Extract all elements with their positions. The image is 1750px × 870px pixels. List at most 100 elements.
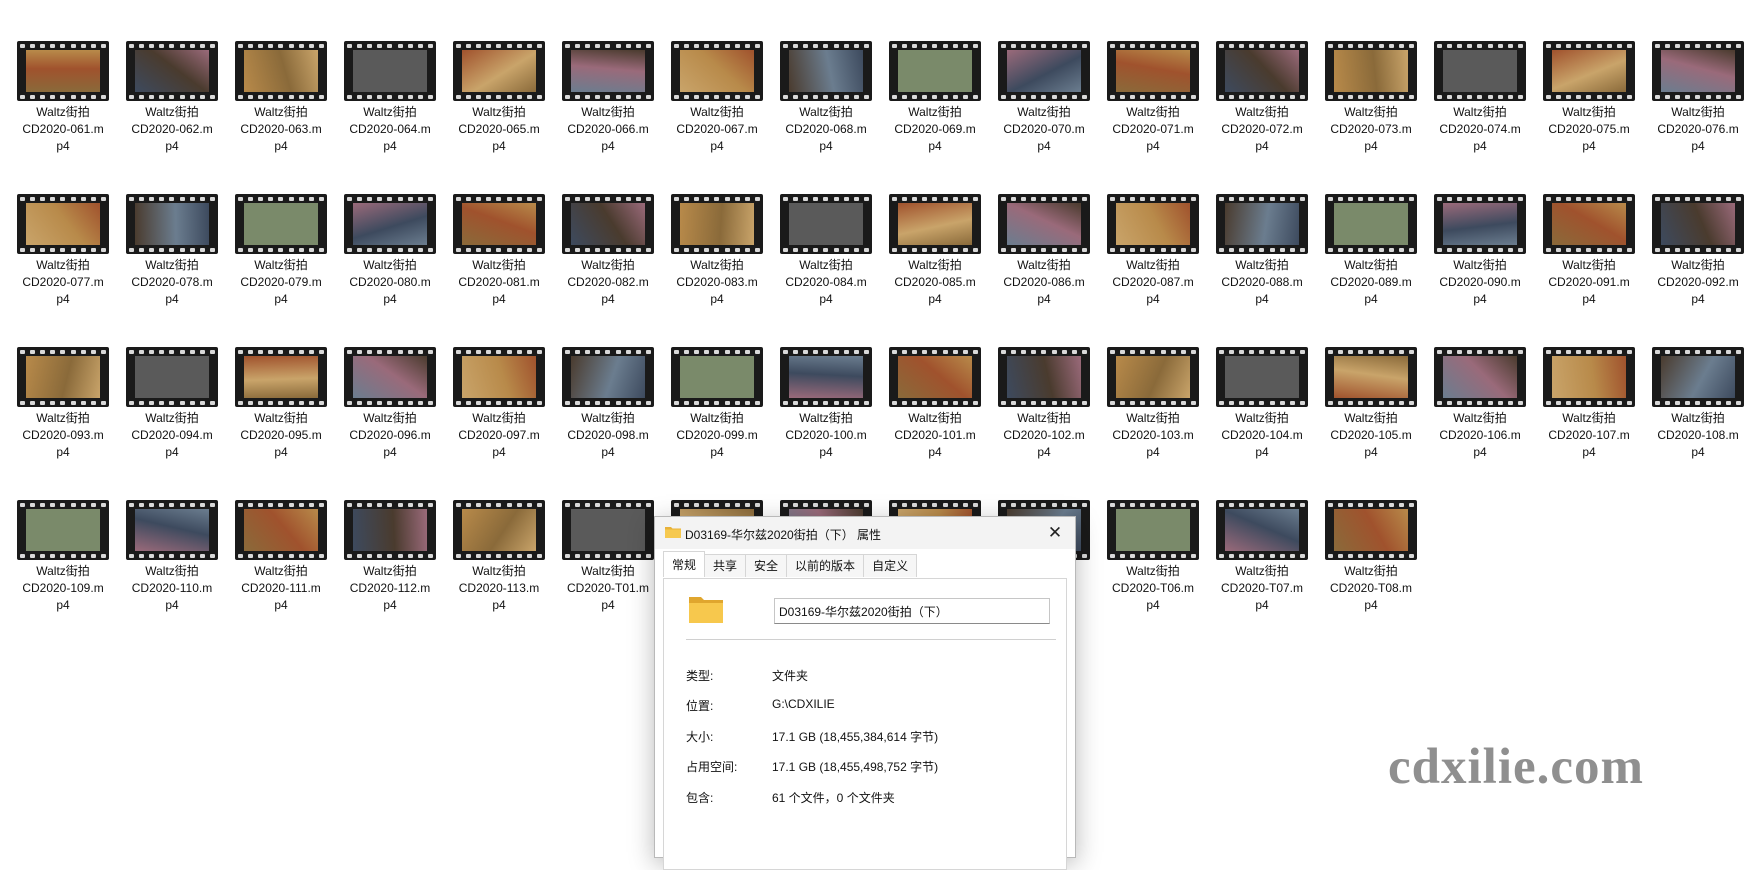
video-file-item[interactable]: Waltz街拍 CD2020-069.m p4 <box>883 41 987 176</box>
property-label: 占用空间: <box>686 760 738 774</box>
video-file-item[interactable]: Waltz街拍 CD2020-062.m p4 <box>120 41 224 176</box>
tab-general[interactable]: 常规 <box>663 551 706 577</box>
video-frame-image <box>462 50 536 92</box>
property-value: 文件夹 <box>772 669 809 683</box>
video-file-item[interactable]: Waltz街拍 CD2020-113.m p4 <box>447 500 551 635</box>
film-sprockets <box>235 552 327 559</box>
close-icon[interactable]: ✕ <box>1035 517 1075 549</box>
video-file-item[interactable]: Waltz街拍 CD2020-094.m p4 <box>120 347 224 482</box>
video-file-item[interactable]: Waltz街拍 CD2020-080.m p4 <box>338 194 442 329</box>
video-file-item[interactable]: Waltz街拍 CD2020-067.m p4 <box>665 41 769 176</box>
video-file-item[interactable]: Waltz街拍 CD2020-073.m p4 <box>1319 41 1423 176</box>
video-file-item[interactable]: Waltz街拍 CD2020-078.m p4 <box>120 194 224 329</box>
video-file-item[interactable]: Waltz街拍 CD2020-085.m p4 <box>883 194 987 329</box>
video-thumbnail <box>453 347 545 407</box>
file-name-label: Waltz街拍 CD2020-112.m p4 <box>349 564 431 612</box>
video-file-item[interactable]: Waltz街拍 CD2020-070.m p4 <box>992 41 1096 176</box>
file-name-label: Waltz街拍 CD2020-085.m p4 <box>894 258 976 306</box>
video-file-item[interactable]: Waltz街拍 CD2020-084.m p4 <box>774 194 878 329</box>
video-file-item[interactable]: Waltz街拍 CD2020-071.m p4 <box>1101 41 1205 176</box>
video-frame-image <box>353 509 427 551</box>
video-file-item[interactable]: Waltz街拍 CD2020-108.m p4 <box>1646 347 1750 482</box>
video-file-item[interactable]: Waltz街拍 CD2020-087.m p4 <box>1101 194 1205 329</box>
video-file-item[interactable]: Waltz街拍 CD2020-104.m p4 <box>1210 347 1314 482</box>
property-value: 61 个文件，0 个文件夹 <box>772 791 895 805</box>
file-name-label: Waltz街拍 CD2020-095.m p4 <box>240 411 322 459</box>
property-row-contains: 包含: 61 个文件，0 个文件夹 <box>686 789 1056 807</box>
film-sprockets <box>453 93 545 100</box>
video-frame-image <box>1334 356 1408 398</box>
video-file-item[interactable]: Waltz街拍 CD2020-095.m p4 <box>229 347 333 482</box>
video-file-item[interactable]: Waltz街拍 CD2020-107.m p4 <box>1537 347 1641 482</box>
video-frame-image <box>789 203 863 245</box>
video-file-item[interactable]: Waltz街拍 CD2020-081.m p4 <box>447 194 551 329</box>
video-file-item[interactable]: Waltz街拍 CD2020-063.m p4 <box>229 41 333 176</box>
film-sprockets <box>344 552 436 559</box>
video-file-item[interactable]: Waltz街拍 CD2020-090.m p4 <box>1428 194 1532 329</box>
video-file-item[interactable]: Waltz街拍 CD2020-102.m p4 <box>992 347 1096 482</box>
video-file-item[interactable]: Waltz街拍 CD2020-098.m p4 <box>556 347 660 482</box>
tab-sharing[interactable]: 共享 <box>704 554 747 577</box>
video-file-item[interactable]: Waltz街拍 CD2020-077.m p4 <box>11 194 115 329</box>
film-sprockets <box>453 195 545 202</box>
film-sprockets <box>344 501 436 508</box>
video-thumbnail <box>453 41 545 101</box>
film-sprockets <box>235 93 327 100</box>
video-file-item[interactable]: Waltz街拍 CD2020-106.m p4 <box>1428 347 1532 482</box>
film-sprockets <box>1652 399 1744 406</box>
video-thumbnail <box>1216 500 1308 560</box>
video-file-item[interactable]: Waltz街拍 CD2020-089.m p4 <box>1319 194 1423 329</box>
video-file-item[interactable]: Waltz街拍 CD2020-111.m p4 <box>229 500 333 635</box>
file-name-label: Waltz街拍 CD2020-061.m p4 <box>22 105 104 153</box>
video-file-item[interactable]: Waltz街拍 CD2020-100.m p4 <box>774 347 878 482</box>
video-file-item[interactable]: Waltz街拍 CD2020-092.m p4 <box>1646 194 1750 329</box>
tab-customize[interactable]: 自定义 <box>863 554 918 577</box>
video-thumbnail <box>562 347 654 407</box>
video-file-item[interactable]: Waltz街拍 CD2020-086.m p4 <box>992 194 1096 329</box>
folder-name-input[interactable] <box>774 598 1050 624</box>
file-name-label: Waltz街拍 CD2020-078.m p4 <box>131 258 213 306</box>
video-file-item[interactable]: Waltz街拍 CD2020-061.m p4 <box>11 41 115 176</box>
video-file-item[interactable]: Waltz街拍 CD2020-096.m p4 <box>338 347 442 482</box>
film-sprockets <box>1325 42 1417 49</box>
video-file-item[interactable]: Waltz街拍 CD2020-079.m p4 <box>229 194 333 329</box>
video-file-item[interactable]: Waltz街拍 CD2020-082.m p4 <box>556 194 660 329</box>
video-file-item[interactable]: Waltz街拍 CD2020-109.m p4 <box>11 500 115 635</box>
video-file-item[interactable]: Waltz街拍 CD2020-064.m p4 <box>338 41 442 176</box>
film-sprockets <box>671 348 763 355</box>
film-sprockets <box>1434 399 1526 406</box>
video-file-item[interactable]: Waltz街拍 CD2020-075.m p4 <box>1537 41 1641 176</box>
video-file-item[interactable]: Waltz街拍 CD2020-093.m p4 <box>11 347 115 482</box>
dialog-titlebar[interactable]: D03169-华尔兹2020街拍（下） 属性 ✕ <box>655 517 1075 549</box>
video-file-item[interactable]: Waltz街拍 CD2020-T08.m p4 <box>1319 500 1423 635</box>
video-file-item[interactable]: Waltz街拍 CD2020-066.m p4 <box>556 41 660 176</box>
file-name-label: Waltz街拍 CD2020-079.m p4 <box>240 258 322 306</box>
video-file-item[interactable]: Waltz街拍 CD2020-110.m p4 <box>120 500 224 635</box>
film-sprockets <box>998 195 1090 202</box>
video-file-item[interactable]: Waltz街拍 CD2020-076.m p4 <box>1646 41 1750 176</box>
video-file-item[interactable]: Waltz街拍 CD2020-112.m p4 <box>338 500 442 635</box>
video-file-item[interactable]: Waltz街拍 CD2020-099.m p4 <box>665 347 769 482</box>
property-row-size-on-disk: 占用空间: 17.1 GB (18,455,498,752 字节) <box>686 758 1056 776</box>
video-file-item[interactable]: Waltz街拍 CD2020-088.m p4 <box>1210 194 1314 329</box>
video-frame-image <box>680 203 754 245</box>
video-file-item[interactable]: Waltz街拍 CD2020-T01.m p4 <box>556 500 660 635</box>
video-file-item[interactable]: Waltz街拍 CD2020-072.m p4 <box>1210 41 1314 176</box>
film-sprockets <box>1652 195 1744 202</box>
video-file-item[interactable]: Waltz街拍 CD2020-074.m p4 <box>1428 41 1532 176</box>
video-file-item[interactable]: Waltz街拍 CD2020-105.m p4 <box>1319 347 1423 482</box>
tab-previous-versions[interactable]: 以前的版本 <box>786 554 865 577</box>
video-file-item[interactable]: Waltz街拍 CD2020-065.m p4 <box>447 41 551 176</box>
video-file-item[interactable]: Waltz街拍 CD2020-097.m p4 <box>447 347 551 482</box>
video-file-item[interactable]: Waltz街拍 CD2020-068.m p4 <box>774 41 878 176</box>
tab-security[interactable]: 安全 <box>745 554 788 577</box>
video-file-item[interactable]: Waltz街拍 CD2020-083.m p4 <box>665 194 769 329</box>
film-sprockets <box>235 246 327 253</box>
video-file-item[interactable]: Waltz街拍 CD2020-101.m p4 <box>883 347 987 482</box>
film-sprockets <box>562 93 654 100</box>
video-file-item[interactable]: Waltz街拍 CD2020-T06.m p4 <box>1101 500 1205 635</box>
video-frame-image <box>1007 356 1081 398</box>
video-file-item[interactable]: Waltz街拍 CD2020-091.m p4 <box>1537 194 1641 329</box>
video-file-item[interactable]: Waltz街拍 CD2020-T07.m p4 <box>1210 500 1314 635</box>
video-file-item[interactable]: Waltz街拍 CD2020-103.m p4 <box>1101 347 1205 482</box>
